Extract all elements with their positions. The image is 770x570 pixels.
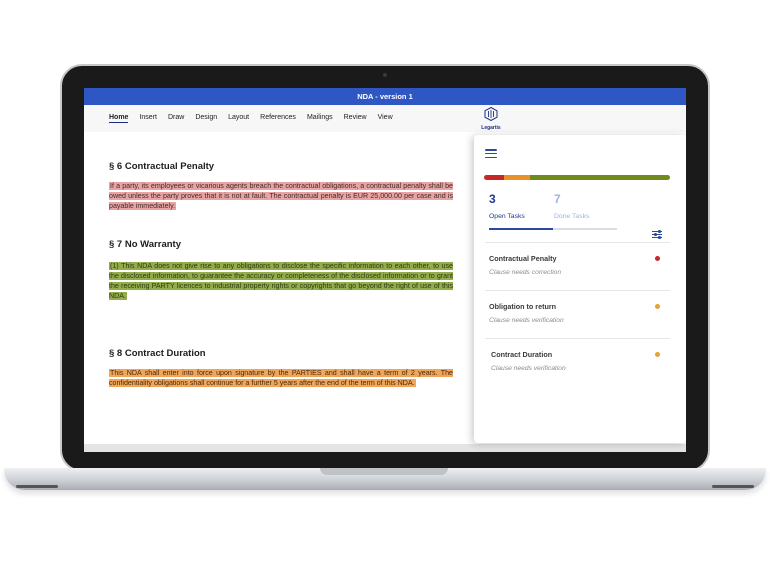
progress-segment-done [530, 175, 670, 180]
tab-home[interactable]: Home [109, 114, 129, 123]
base-foot [16, 485, 58, 488]
tab-review[interactable]: Review [344, 114, 367, 123]
ribbon-tabs: Home Insert Draw Design Layout Reference… [109, 114, 404, 123]
base-notch [320, 468, 448, 475]
task-status: Clause needs verification [489, 317, 564, 324]
camera-icon [383, 73, 387, 77]
tab-design[interactable]: Design [195, 114, 217, 123]
task-item[interactable]: Obligation to return Clause needs verifi… [485, 290, 670, 337]
progress-segment-verification [504, 175, 531, 180]
clause-contractual-penalty[interactable]: If a party, its employees or vicarious a… [109, 182, 453, 212]
legartis-addin-button[interactable]: Legartis [480, 106, 502, 131]
legartis-panel: 3 Open Tasks 7 Done Tasks Contractual Pe… [474, 135, 686, 443]
tab-references[interactable]: References [260, 114, 296, 123]
task-item[interactable]: Contract Duration Clause needs verificat… [485, 338, 670, 385]
task-title: Contract Duration [491, 350, 553, 359]
section-title: § 7 No Warranty [109, 239, 181, 250]
task-item[interactable]: Contractual Penalty Clause needs correct… [485, 242, 670, 289]
filter-settings-icon[interactable] [652, 229, 662, 239]
tab-view[interactable]: View [378, 114, 393, 123]
open-tasks-count[interactable]: 3 [489, 192, 496, 206]
section-title: § 8 Contract Duration [109, 348, 206, 359]
legartis-logo-icon [484, 106, 498, 122]
word-window: NDA - version 1 Home Insert Draw Design … [84, 88, 686, 452]
status-dot-icon [655, 256, 660, 261]
section-title: § 6 Contractual Penalty [109, 161, 215, 172]
hamburger-menu-icon[interactable] [485, 149, 497, 159]
tab-draw[interactable]: Draw [168, 114, 184, 123]
status-bar [84, 444, 686, 452]
tab-layout[interactable]: Layout [228, 114, 249, 123]
progress-segment-penalty [484, 175, 505, 180]
clause-no-warranty[interactable]: (1) This NDA does not give rise to any o… [109, 262, 453, 302]
clause-contract-duration[interactable]: This NDA shall enter into force upon sig… [109, 369, 453, 389]
tab-done-tasks[interactable]: Done Tasks [554, 213, 589, 220]
tasks-tab-indicator [489, 228, 617, 230]
tab-open-tasks[interactable]: Open Tasks [489, 213, 525, 220]
clause-text: This NDA shall enter into force upon sig… [109, 369, 453, 387]
laptop-base [4, 468, 766, 490]
status-dot-icon [655, 304, 660, 309]
task-title: Obligation to return [489, 302, 557, 311]
base-foot [712, 485, 754, 488]
tab-mailings[interactable]: Mailings [307, 114, 333, 123]
task-status: Clause needs correction [489, 269, 562, 276]
status-dot-icon [655, 352, 660, 357]
done-tasks-count[interactable]: 7 [554, 192, 561, 206]
clause-text: If a party, its employees or vicarious a… [109, 182, 453, 210]
window-title: NDA - version 1 [84, 88, 686, 105]
task-progress-bar [484, 175, 670, 180]
clause-text: (1) This NDA does not give rise to any o… [109, 262, 453, 300]
brand-name: Legartis [481, 125, 501, 131]
task-title: Contractual Penalty [489, 254, 557, 263]
tab-insert[interactable]: Insert [139, 114, 157, 123]
ribbon: Home Insert Draw Design Layout Reference… [84, 105, 686, 132]
task-status: Clause needs verification [491, 365, 566, 372]
